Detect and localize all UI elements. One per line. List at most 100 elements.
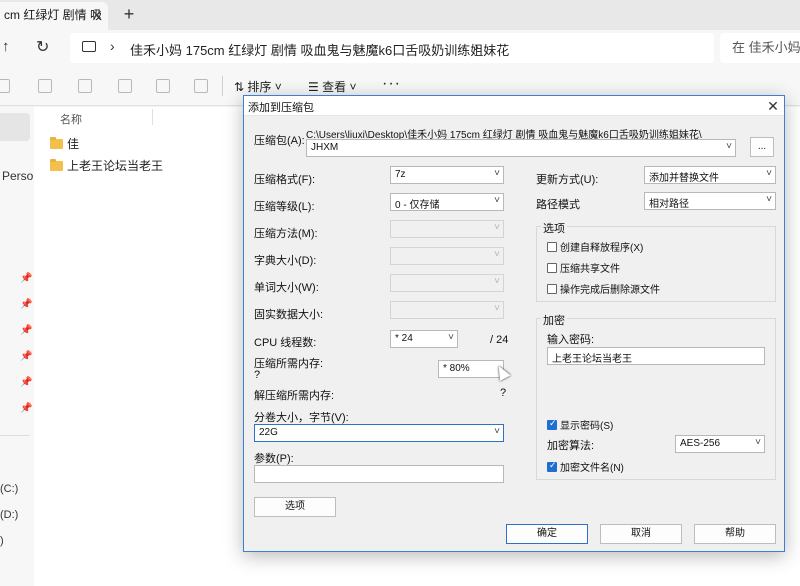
options-group: 选项 创建自释放程序(X) 压缩共享文件 操作完成后删除源文件 — [536, 220, 776, 302]
password-label: 输入密码: — [547, 334, 595, 346]
list-item[interactable]: 上老王论坛当老王 — [50, 157, 163, 177]
params-input[interactable] — [254, 465, 504, 483]
address-row: ↑ ↻ › 佳禾小妈 175cm 红绿灯 剧情 吸血鬼与魅魔k6口舌吸奶训练姐妹… — [0, 30, 800, 66]
pin-icon: 📌 — [20, 325, 33, 336]
params-label: 参数(P): — [254, 453, 294, 465]
chevron-down-icon[interactable]: ˅ — [494, 426, 500, 437]
view-button[interactable]: ☰ 查看 ˅ — [308, 78, 356, 95]
chevron-right-icon[interactable]: › — [110, 38, 115, 54]
chevron-down-icon: ˅ — [755, 437, 761, 448]
word-size-label: 单词大小(W): — [254, 282, 319, 294]
format-value: 7z — [395, 169, 406, 180]
search-input[interactable]: 在 佳禾小妈 1 — [720, 33, 800, 63]
toolbar-divider — [222, 76, 223, 96]
folder-icon — [50, 159, 63, 171]
threads-select[interactable]: * 24 ˅ — [390, 330, 458, 348]
shared-files-checkbox[interactable]: 压缩共享文件 — [547, 260, 620, 275]
compress-memory-value: ? — [254, 369, 261, 381]
format-select[interactable]: 7z ˅ — [390, 166, 504, 184]
chevron-down-icon: ˅ — [494, 276, 500, 287]
chevron-down-icon: ˅ — [494, 168, 500, 179]
volume-size-label: 分卷大小，字节(V): — [254, 412, 349, 424]
navigation-pane: Person 📌 📌 📌 📌 📌 📌 (C:) (D:) ) — [0, 107, 40, 586]
encrypt-names-label: 加密文件名(N) — [560, 463, 624, 474]
sfx-checkbox[interactable]: 创建自释放程序(X) — [547, 239, 643, 254]
method-label: 压缩方法(M): — [254, 228, 318, 240]
path-mode-label: 路径模式 — [536, 199, 580, 211]
volume-size-select[interactable]: 22G ˅ — [254, 424, 504, 442]
dialog-title-bar: 添加到压缩包 ✕ — [244, 96, 784, 116]
column-divider[interactable] — [152, 109, 153, 125]
delete-icon[interactable] — [194, 79, 208, 93]
dict-size-select[interactable]: ˅ — [390, 247, 504, 265]
encryption-group: 加密 输入密码: 上老王论坛当老王 显示密码(S) 加密算法: AES-256 … — [536, 312, 776, 480]
help-button[interactable]: 帮助 — [694, 524, 776, 544]
close-icon[interactable]: ✕ — [88, 6, 106, 24]
more-options-button[interactable]: ··· — [382, 75, 401, 93]
cancel-button[interactable]: 取消 — [600, 524, 682, 544]
paste-icon[interactable] — [78, 79, 92, 93]
file-name: 佳 — [67, 137, 80, 151]
password-input[interactable]: 上老王论坛当老王 — [547, 347, 765, 365]
format-label: 压缩格式(F): — [254, 174, 316, 186]
delete-after-label: 操作完成后删除源文件 — [560, 285, 660, 296]
archive-name-field[interactable]: JHXM ˅ — [306, 139, 736, 157]
options-button[interactable]: 选项 — [254, 497, 336, 517]
view-label: 查看 — [322, 80, 347, 94]
decompress-memory-value: ? — [500, 387, 507, 399]
checkbox-box — [547, 460, 557, 472]
file-name: 上老王论坛当老王 — [67, 159, 164, 173]
computer-icon — [82, 41, 96, 52]
word-size-select[interactable]: ˅ — [390, 274, 504, 292]
tab-current[interactable]: cm 红绿灯 剧情 吸 ✕ — [0, 2, 108, 30]
encrypt-names-checkbox[interactable]: 加密文件名(N) — [547, 459, 624, 474]
compress-memory-label: 压缩所需内存: — [254, 358, 324, 370]
encryption-method-select[interactable]: AES-256 ˅ — [675, 435, 765, 453]
level-select[interactable]: 0 - 仅存储 ˅ — [390, 193, 504, 211]
chevron-down-icon: ˅ — [494, 249, 500, 260]
column-header-name[interactable]: 名称 — [60, 111, 82, 127]
chevron-right-icon[interactable]: › — [474, 38, 479, 54]
encryption-method-value: AES-256 — [680, 438, 721, 449]
address-bar[interactable]: › 佳禾小妈 175cm 红绿灯 剧情 吸血鬼与魅魔k6口舌吸奶训练姐妹花 › — [70, 33, 714, 63]
cut-icon[interactable] — [0, 79, 10, 93]
pin-icon: 📌 — [20, 403, 33, 414]
list-item[interactable]: 佳 — [50, 135, 79, 155]
checkbox-box — [547, 263, 557, 273]
new-tab-icon[interactable]: + — [118, 4, 140, 26]
show-password-checkbox[interactable]: 显示密码(S) — [547, 417, 613, 432]
sidebar-divider — [0, 435, 30, 436]
show-password-label: 显示密码(S) — [560, 421, 614, 432]
sort-button[interactable]: ⇅ 排序 ˅ — [234, 78, 282, 95]
path-mode-value: 相对路径 — [649, 199, 689, 210]
sidebar-item-drive-d[interactable]: (D:) — [0, 509, 18, 521]
breadcrumb[interactable]: 佳禾小妈 175cm 红绿灯 剧情 吸血鬼与魅魔k6口舌吸奶训练姐妹花 — [130, 40, 509, 59]
pin-icon: 📌 — [20, 273, 33, 284]
refresh-icon[interactable]: ↻ — [36, 37, 49, 57]
up-arrow-icon[interactable]: ↑ — [2, 38, 10, 55]
checkbox-box — [547, 284, 557, 294]
ok-button[interactable]: 确定 — [506, 524, 588, 544]
share-icon[interactable] — [156, 79, 170, 93]
sort-label: 排序 — [247, 80, 272, 94]
threads-max: / 24 — [490, 334, 509, 346]
checkbox-box — [547, 242, 557, 252]
copy-icon[interactable] — [38, 79, 52, 93]
update-mode-value: 添加并替换文件 — [649, 173, 719, 184]
solid-size-select[interactable]: ˅ — [390, 301, 504, 319]
rename-icon[interactable] — [118, 79, 132, 93]
delete-after-checkbox[interactable]: 操作完成后删除源文件 — [547, 281, 660, 296]
dict-size-label: 字典大小(D): — [254, 255, 317, 267]
method-select[interactable]: ˅ — [390, 220, 504, 238]
close-icon[interactable]: ✕ — [764, 97, 782, 115]
chevron-down-icon: ˅ — [494, 303, 500, 314]
sidebar-item-drive[interactable]: ) — [0, 535, 4, 547]
update-mode-select[interactable]: 添加并替换文件 ˅ — [644, 166, 776, 184]
path-mode-select[interactable]: 相对路径 ˅ — [644, 192, 776, 210]
sidebar-item-selected[interactable] — [0, 113, 30, 141]
chevron-down-icon: ˅ — [494, 222, 500, 233]
sidebar-item-drive-c[interactable]: (C:) — [0, 483, 18, 495]
browse-button[interactable]: ... — [750, 137, 774, 157]
chevron-down-icon[interactable]: ˅ — [726, 141, 732, 152]
options-group-title: 选项 — [541, 220, 567, 236]
